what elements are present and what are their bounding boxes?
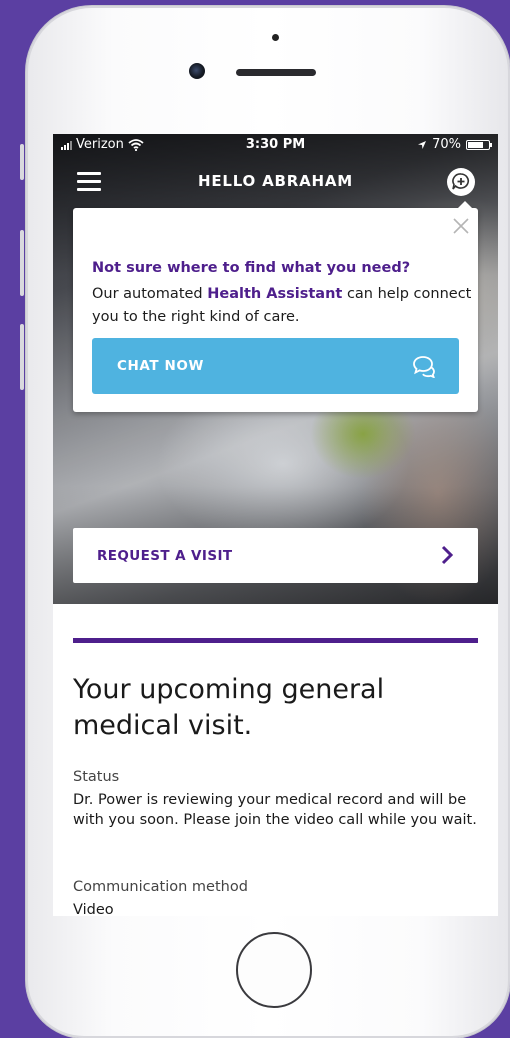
chevron-right-icon [441,545,454,565]
app-screen: Verizon 3:30 PM 70% HELLO ABRAHAM Not su… [53,134,498,916]
location-arrow-icon [418,140,427,149]
status-right: 70% [417,137,492,152]
request-visit-button[interactable]: REQUEST A VISIT [73,528,478,583]
communication-method-label: Communication method [73,879,248,895]
health-assistant-button[interactable] [446,167,476,197]
status-text: Dr. Power is reviewing your medical reco… [73,792,477,828]
battery-percent: 70% [432,137,461,152]
mute-switch [20,144,24,180]
section-divider [73,638,478,643]
popup-body: Our automated Health Assistant can help … [92,283,472,329]
close-icon [453,218,469,234]
battery-icon [466,139,492,150]
request-visit-label: REQUEST A VISIT [97,548,233,564]
visit-title: Your upcoming general medical visit. [73,674,385,741]
chat-now-button[interactable]: CHAT NOW [92,338,459,394]
health-assistant-popup: Not sure where to find what you need? Ou… [73,201,478,412]
front-camera [189,63,205,79]
popup-question: Not sure where to find what you need? [92,260,411,276]
communication-method-value: Video [73,902,114,916]
close-button[interactable] [451,216,471,236]
visit-card: Your upcoming general medical visit. Sta… [53,604,498,916]
popup-body-prefix: Our automated [92,286,208,302]
popup-pointer [458,201,472,208]
chat-now-label: CHAT NOW [117,358,204,374]
earpiece-speaker [236,69,316,76]
volume-down-button [20,324,24,390]
proximity-sensor [272,34,279,41]
home-button[interactable] [236,932,312,1008]
header-title: HELLO ABRAHAM [197,172,354,190]
chat-bubbles-icon [413,356,435,378]
volume-up-button [20,230,24,296]
status-bar: Verizon 3:30 PM 70% [53,134,498,156]
chat-assistant-icon [447,168,475,196]
status-label: Status [73,769,120,785]
health-assistant-link: Health Assistant [207,286,343,302]
